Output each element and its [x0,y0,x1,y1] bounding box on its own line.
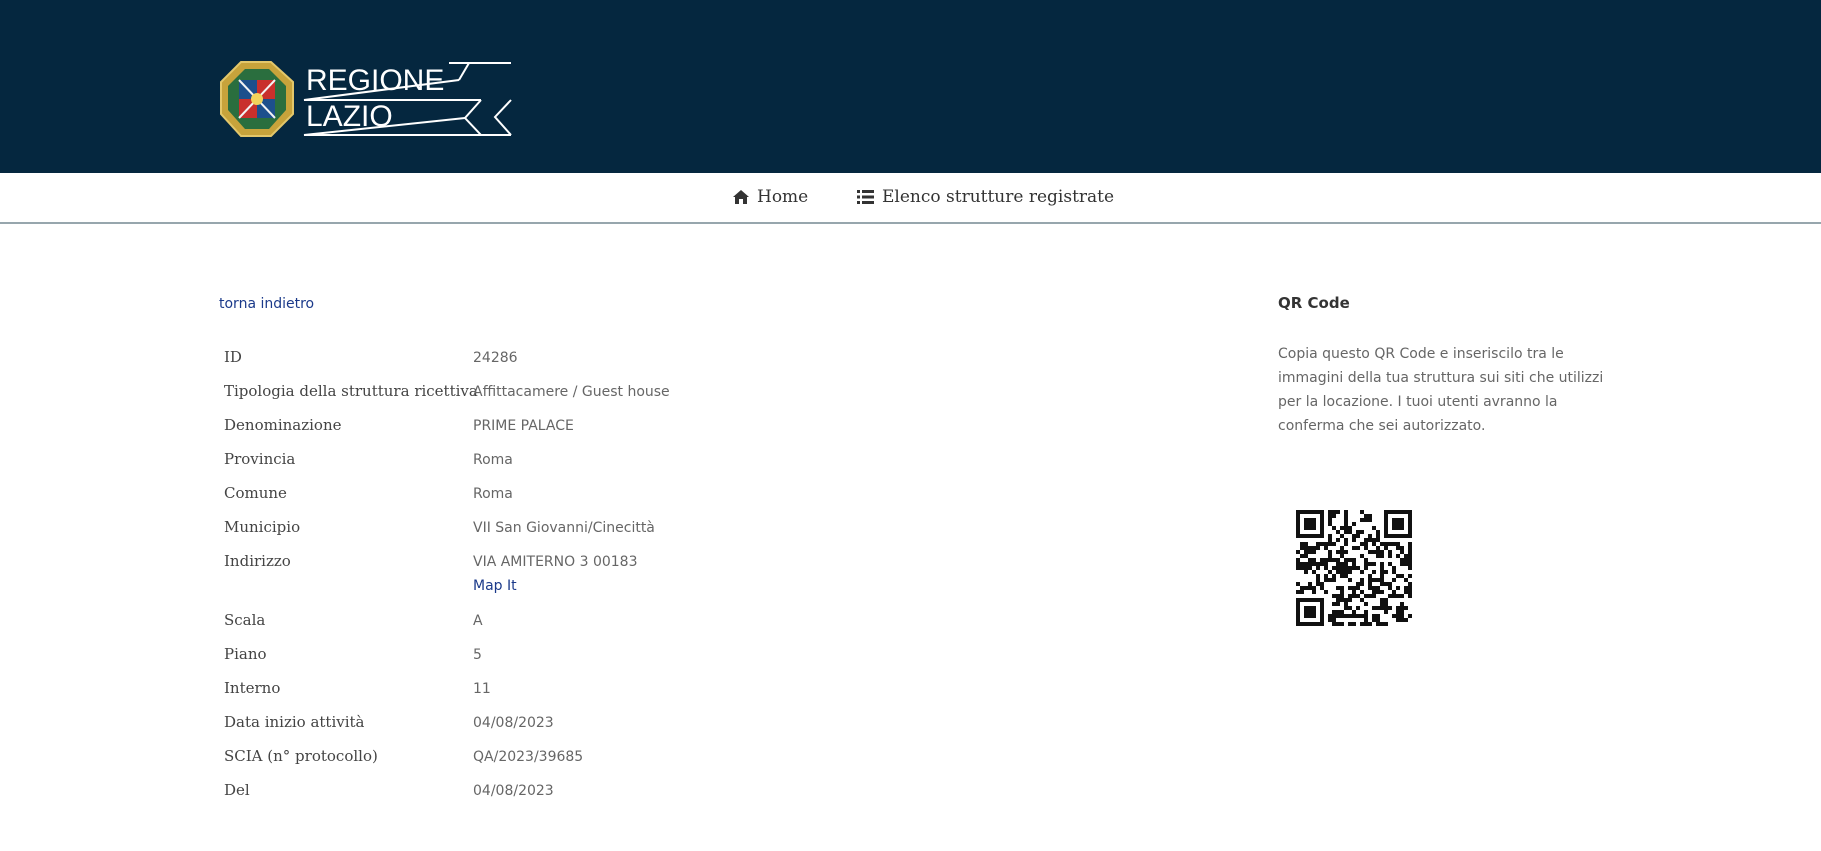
detail-value: VIA AMITERNO 3 00183 [473,554,638,570]
qr-description: Copia questo QR Code e inseriscilo tra l… [1278,346,1604,434]
detail-label: Interno [224,679,281,697]
detail-value: VII San Giovanni/Cinecittà [473,520,655,536]
main-nav: Home Elenco strutture registrate [0,173,1821,224]
detail-label: Indirizzo [224,552,291,570]
detail-label: Data inizio attività [224,713,365,731]
detail-value: Roma [473,486,513,502]
detail-value: 11 [473,681,491,697]
detail-label: Denominazione [224,416,342,434]
regione-lazio-emblem-icon: REGIONE LAZIO [220,61,512,137]
nav-structures-list-label: Elenco strutture registrate [882,187,1115,207]
detail-value: 5 [473,647,482,663]
site-header: REGIONE LAZIO [0,0,1821,173]
detail-label: Piano [224,645,267,663]
detail-value: 24286 [473,350,518,366]
detail-value: QA/2023/39685 [473,749,584,765]
nav-home-label: Home [757,187,809,207]
detail-value: Affittacamere / Guest house [473,384,670,400]
regione-lazio-logo[interactable]: REGIONE LAZIO [219,60,514,138]
nav-structures-list-link[interactable]: Elenco strutture registrate [857,187,1114,207]
back-link[interactable]: torna indietro [219,296,314,312]
detail-value: 04/08/2023 [473,783,554,799]
detail-value: Roma [473,452,513,468]
qr-title: QR Code [1278,294,1350,312]
detail-value: 04/08/2023 [473,715,554,731]
detail-label: Tipologia della struttura ricettiva [224,382,478,400]
detail-label: ID [224,348,242,366]
detail-label: Comune [224,484,287,502]
home-icon [733,190,749,204]
detail-value: A [473,613,483,629]
map-it-link[interactable]: Map It [473,578,517,594]
detail-label: Del [224,781,250,799]
nav-home-link[interactable]: Home [733,187,808,207]
detail-label: Municipio [224,518,301,536]
qr-code-image[interactable] [1296,510,1412,626]
logo-line1: REGIONE [306,64,444,97]
logo-line2: LAZIO [306,100,393,133]
list-icon [857,190,874,204]
detail-value: PRIME PALACE [473,418,574,434]
qr-section: QR Code Copia questo QR Code e inserisci… [1278,294,1608,626]
detail-label: SCIA (n° protocollo) [224,747,378,765]
detail-label: Provincia [224,450,296,468]
detail-label: Scala [224,611,266,629]
